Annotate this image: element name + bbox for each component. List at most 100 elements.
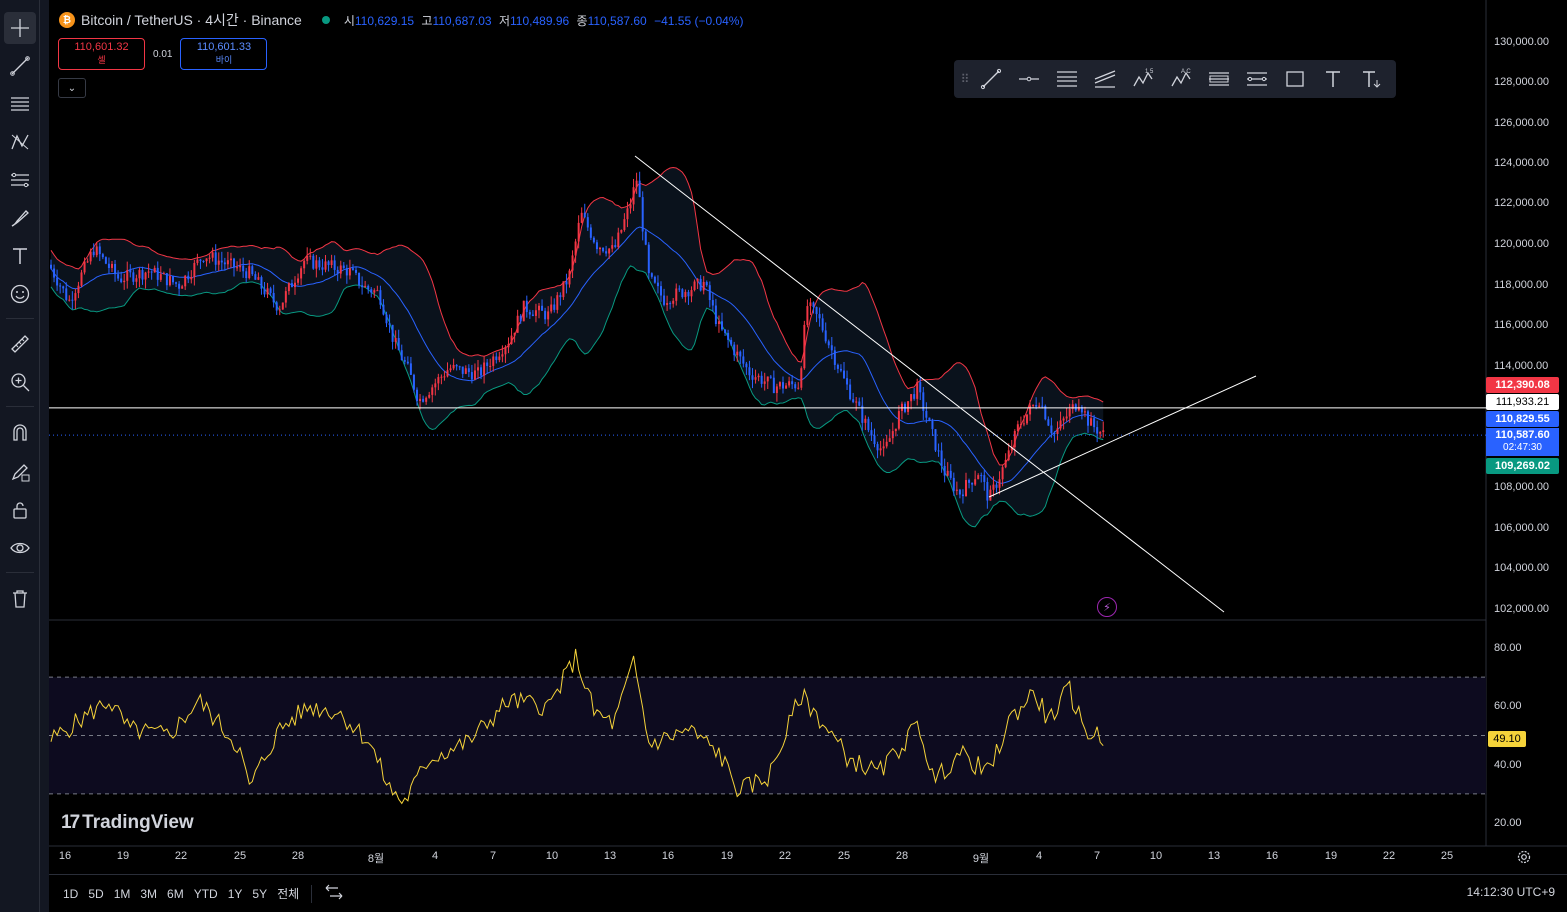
candle-body: [226, 260, 229, 265]
range-5d[interactable]: 5D: [88, 887, 103, 901]
sell-button[interactable]: 110,601.32 셀: [58, 38, 145, 70]
range-1y[interactable]: 1Y: [228, 887, 243, 901]
parallel-channel-icon[interactable]: [1048, 62, 1086, 96]
range-ytd[interactable]: YTD: [194, 887, 218, 901]
candle-body: [934, 429, 937, 451]
candle-body: [348, 268, 351, 276]
symbol-title[interactable]: Bitcoin / TetherUS · 4시간 · Binance: [81, 10, 302, 30]
candle-body: [797, 387, 800, 389]
trendline-icon[interactable]: [972, 62, 1010, 96]
forecast-icon[interactable]: [4, 164, 36, 196]
range-1d[interactable]: 1D: [63, 887, 78, 901]
text-anchor-icon[interactable]: [1352, 62, 1390, 96]
time-tick: 16: [1265, 850, 1279, 862]
time-tick: 9월: [972, 853, 990, 865]
candle-body: [220, 260, 223, 263]
lock-drawing-icon[interactable]: [4, 456, 36, 488]
brush-icon[interactable]: [4, 202, 36, 234]
candle-body: [550, 304, 553, 312]
candle-body: [907, 401, 910, 412]
candle-body: [120, 278, 123, 283]
candle-body: [580, 212, 583, 223]
range-1m[interactable]: 1M: [114, 887, 131, 901]
candle-body: [355, 269, 357, 273]
time-tick: 13: [1207, 850, 1221, 862]
lightning-icon[interactable]: ⚡: [1097, 597, 1117, 617]
drag-handle-icon[interactable]: ⠿: [958, 72, 972, 86]
candle-body: [303, 260, 306, 269]
candle-body: [986, 481, 989, 501]
trash-icon[interactable]: [4, 582, 36, 614]
range-3m[interactable]: 3M: [140, 887, 157, 901]
time-axis[interactable]: 16 19 22 25 28 8월 4 7 10 13 16 19 22 25 28 9월 4 7 10 13 16 19…: [49, 846, 1486, 868]
candle-body: [775, 386, 778, 394]
buy-button[interactable]: 110,601.33 바이: [180, 38, 268, 70]
clock-timezone[interactable]: 14:12:30 UTC+9: [1467, 885, 1555, 899]
candle-body: [284, 291, 287, 303]
candle-body: [138, 270, 141, 279]
price-tick: 106,000.00: [1494, 522, 1550, 534]
candle-body: [824, 330, 827, 342]
candle-body: [431, 387, 434, 395]
fib-extension-icon[interactable]: [1238, 62, 1276, 96]
elliott-icon[interactable]: 1 5: [1124, 62, 1162, 96]
price-tick: 126,000.00: [1494, 117, 1550, 129]
tradingview-logo[interactable]: 17 TradingView: [61, 812, 194, 834]
zoom-in-icon[interactable]: [4, 366, 36, 398]
range-all[interactable]: 전체: [277, 885, 299, 902]
crosshair-icon[interactable]: [4, 12, 36, 44]
svg-text:A C: A C: [1181, 69, 1191, 75]
lock-icon[interactable]: [4, 494, 36, 526]
ruler-icon[interactable]: [4, 328, 36, 360]
candle-body: [519, 315, 522, 322]
candle-body: [812, 302, 815, 308]
fib-icon[interactable]: [4, 88, 36, 120]
candle-body: [373, 290, 376, 293]
candle-body: [571, 255, 574, 271]
time-tick: 28: [291, 850, 305, 862]
candle-body: [287, 283, 290, 292]
candle-body: [1065, 416, 1068, 419]
candle-body: [111, 263, 113, 268]
settings-gear-icon[interactable]: [1516, 849, 1532, 865]
eye-icon[interactable]: [4, 532, 36, 564]
price-axis[interactable]: 130,000.00 128,000.00 126,000.00 124,000…: [1486, 0, 1567, 840]
candle-body: [107, 263, 110, 268]
text-icon[interactable]: [4, 240, 36, 272]
trendline-icon[interactable]: [4, 50, 36, 82]
regression-icon[interactable]: [1086, 62, 1124, 96]
candle-body: [168, 276, 171, 286]
abcd-icon[interactable]: A C: [1162, 62, 1200, 96]
price-tick: 130,000.00: [1494, 36, 1550, 48]
candle-body: [315, 260, 318, 269]
candle-body: [693, 281, 696, 291]
time-tick: 16: [58, 850, 72, 862]
candle-body: [400, 350, 403, 361]
emoji-icon[interactable]: [4, 278, 36, 310]
date-range-icon[interactable]: [324, 883, 344, 904]
text-icon[interactable]: [1314, 62, 1352, 96]
candle-body: [562, 281, 565, 298]
candle-body: [971, 482, 974, 485]
candle-body: [464, 368, 467, 374]
candle-body: [150, 271, 153, 273]
candle-body: [788, 381, 791, 386]
chart-canvas[interactable]: [49, 0, 1567, 912]
rectangle-icon[interactable]: [1276, 62, 1314, 96]
fib-retracement-icon[interactable]: [1200, 62, 1238, 96]
time-tick: 25: [1440, 850, 1454, 862]
candle-body: [193, 262, 196, 278]
chevron-down-icon: ⌄: [67, 82, 77, 94]
high-label: 고: [421, 13, 433, 28]
magnet-icon[interactable]: [4, 416, 36, 448]
candle-body: [391, 324, 394, 342]
collapse-legend-button[interactable]: ⌄: [58, 78, 86, 98]
range-6m[interactable]: 6M: [167, 887, 184, 901]
drawing-toolbar: ⠿ 1 5 A C: [954, 60, 1396, 98]
range-5y[interactable]: 5Y: [252, 887, 267, 901]
chart-area[interactable]: ₿ Bitcoin / TetherUS · 4시간 · Binance 시11…: [49, 0, 1567, 912]
candle-body: [1053, 432, 1056, 434]
candle-body: [629, 204, 632, 209]
pattern-icon[interactable]: [4, 126, 36, 158]
hline-icon[interactable]: [1010, 62, 1048, 96]
